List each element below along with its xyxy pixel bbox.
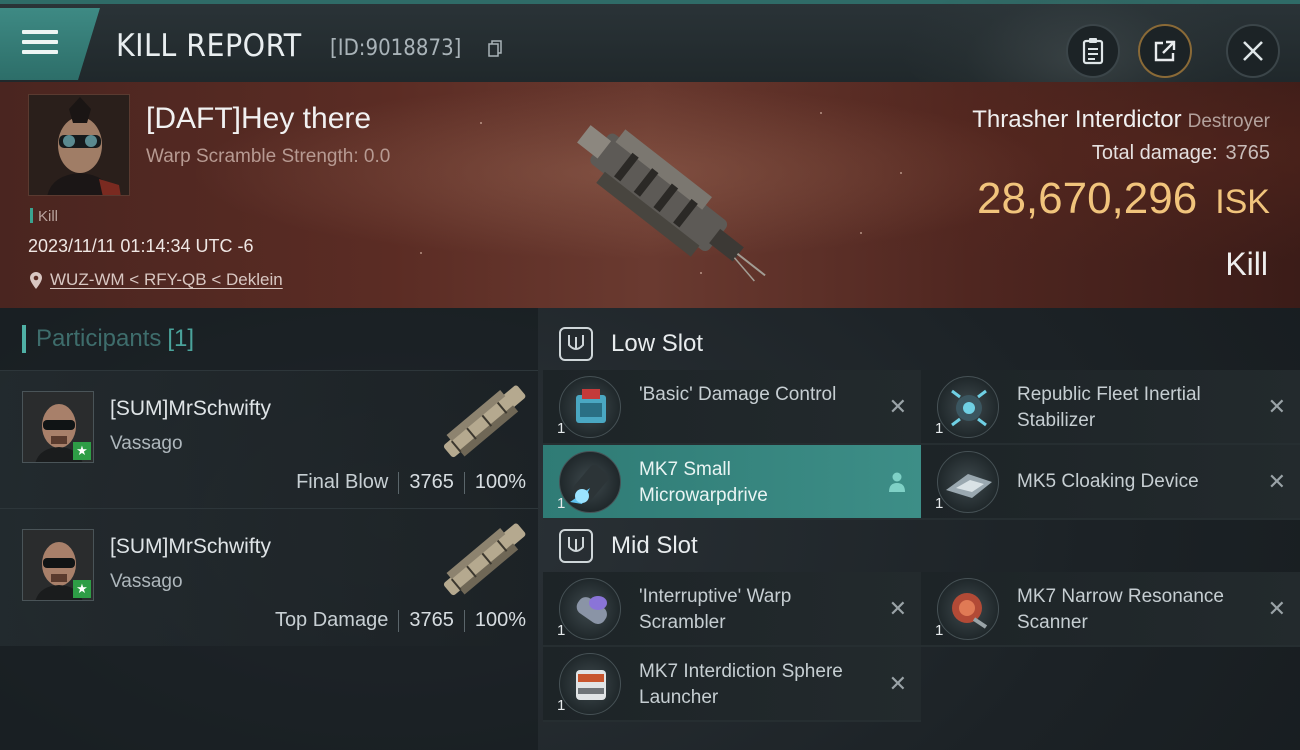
participant-name: [SUM]MrSchwifty: [110, 397, 272, 420]
mid-slot-label: Mid Slot: [611, 532, 698, 559]
close-x-icon[interactable]: ✕: [1268, 596, 1286, 622]
participant-avatar[interactable]: ★: [22, 391, 94, 463]
module-name: MK7 Narrow Resonance Scanner: [1017, 586, 1224, 633]
module-name: 'Basic' Damage Control: [639, 384, 837, 405]
empty-slot: [921, 647, 1300, 722]
participant-stats: Final Blow 3765 100%: [296, 471, 526, 494]
participants-header: Participants [1]: [0, 308, 538, 370]
copy-icon[interactable]: [488, 40, 502, 58]
location-text: WUZ-WM < RFY-QB < Deklein: [50, 270, 283, 289]
star-badge-icon: ★: [73, 442, 91, 460]
ship-type: Thrasher Interdictor: [972, 106, 1182, 133]
participant-ship-image: [443, 385, 526, 458]
share-button[interactable]: [1138, 24, 1192, 78]
participant-row[interactable]: ★ [SUM]MrSchwifty Vassago Top Damage 376…: [0, 508, 538, 646]
warp-scrambler-icon: [559, 578, 621, 640]
close-x-icon[interactable]: ✕: [1268, 469, 1286, 495]
menu-button[interactable]: [0, 8, 100, 80]
share-icon: [1154, 40, 1176, 62]
module-quantity: 1: [557, 622, 566, 639]
interdiction-sphere-launcher-icon: [559, 653, 621, 715]
isk-amount: 28,670,296: [976, 174, 1198, 223]
close-button[interactable]: [1226, 24, 1280, 78]
kill-tag: Kill: [30, 208, 58, 225]
module-quantity: 1: [935, 495, 944, 512]
close-x-icon[interactable]: ✕: [889, 394, 907, 420]
module-name: 'Interruptive' Warp Scrambler: [639, 586, 792, 633]
close-x-icon[interactable]: ✕: [889, 596, 907, 622]
participant-stats: Top Damage 3765 100%: [275, 609, 526, 632]
total-damage-value: 3765: [1225, 142, 1271, 164]
ship-class: Destroyer: [1187, 111, 1270, 132]
participant-damage: 3765: [409, 609, 454, 631]
module-name: MK5 Cloaking Device: [1017, 471, 1199, 492]
cloaking-device-icon: [937, 451, 999, 513]
location-link[interactable]: WUZ-WM < RFY-QB < Deklein: [30, 270, 283, 290]
warp-scramble-strength: Warp Scramble Strength: 0.0: [146, 146, 391, 167]
participant-role: Top Damage: [274, 609, 389, 631]
participant-name: [SUM]MrSchwifty: [110, 535, 272, 558]
participant-avatar[interactable]: ★: [22, 529, 94, 601]
participant-percent: 100%: [474, 609, 526, 631]
victim-banner: [DAFT]Hey there Warp Scramble Strength: …: [0, 82, 1300, 308]
participant-role: Final Blow: [296, 471, 389, 493]
page-title: KILL REPORT: [116, 28, 302, 64]
resonance-scanner-icon: [937, 578, 999, 640]
isk-unit: ISK: [1215, 183, 1270, 221]
participant-percent: 100%: [474, 471, 526, 493]
module-name: MK7 Small Microwarpdrive: [639, 459, 768, 506]
module-item[interactable]: 1 MK7 Small Microwarpdrive: [543, 445, 921, 520]
participants-panel: Participants [1] ★ [SUM]MrSchwifty Vassag…: [0, 308, 538, 750]
clipboard-icon: [1082, 38, 1104, 65]
mid-slot-header: Mid Slot: [543, 520, 1300, 572]
module-quantity: 1: [557, 420, 566, 437]
module-quantity: 1: [557, 697, 566, 714]
microwarpdrive-icon: [559, 451, 621, 513]
participant-ship: Vassago: [110, 571, 183, 592]
hamburger-icon: [22, 30, 58, 58]
victim-ship-image[interactable]: [540, 92, 770, 302]
module-name: MK7 Interdiction Sphere Launcher: [639, 661, 843, 708]
participant-ship: Vassago: [110, 433, 183, 454]
report-id: [ID:9018873]: [330, 36, 462, 61]
module-item[interactable]: 1 MK7 Narrow Resonance Scanner ✕: [921, 572, 1300, 647]
module-quantity: 1: [557, 495, 566, 512]
clipboard-button[interactable]: [1066, 24, 1120, 78]
inertial-stabilizer-icon: [937, 376, 999, 438]
total-damage-label: Total damage:: [1091, 142, 1218, 164]
module-item[interactable]: 1 Republic Fleet Inertial Stabilizer ✕: [921, 370, 1300, 445]
module-slot-icon: [559, 327, 593, 361]
close-x-icon[interactable]: ✕: [889, 671, 907, 697]
damage-control-icon: [559, 376, 621, 438]
header-bar: KILL REPORT [ID:9018873]: [0, 0, 1300, 124]
victim-avatar[interactable]: [28, 94, 130, 196]
location-pin-icon: [30, 271, 42, 289]
module-item[interactable]: 1 'Interruptive' Warp Scrambler ✕: [543, 572, 921, 647]
module-quantity: 1: [935, 622, 944, 639]
star-badge-icon: ★: [73, 580, 91, 598]
participants-label: Participants: [36, 325, 162, 352]
module-item[interactable]: 1 MK7 Interdiction Sphere Launcher ✕: [543, 647, 921, 722]
victim-name: [DAFT]Hey there: [146, 102, 372, 135]
victim-ship-name: Thrasher Interdictor Destroyer: [972, 106, 1270, 134]
participant-ship-image: [443, 523, 526, 596]
module-item[interactable]: 1 'Basic' Damage Control ✕: [543, 370, 921, 445]
fitting-panel: Low Slot 1 'Basic' Damage Control ✕ 1 Re…: [543, 318, 1300, 750]
low-slot-label: Low Slot: [611, 330, 704, 357]
participant-row[interactable]: ★ [SUM]MrSchwifty Vassago Final Blow 376…: [0, 370, 538, 508]
kill-timestamp: 2023/11/11 01:14:34 UTC -6: [28, 236, 254, 256]
result-label: Kill: [1225, 246, 1268, 282]
total-damage: Total damage: 3765: [1092, 142, 1270, 165]
low-slot-header: Low Slot: [543, 318, 1300, 370]
person-icon[interactable]: [887, 471, 907, 493]
module-name: Republic Fleet Inertial Stabilizer: [1017, 384, 1201, 431]
participant-damage: 3765: [409, 471, 454, 493]
module-quantity: 1: [935, 420, 944, 437]
isk-value: 28,670,296 ISK: [977, 174, 1270, 224]
module-item[interactable]: 1 MK5 Cloaking Device ✕: [921, 445, 1300, 520]
participants-count: [1]: [167, 325, 195, 352]
close-icon: [1243, 41, 1263, 61]
close-x-icon[interactable]: ✕: [1268, 394, 1286, 420]
module-slot-icon: [559, 529, 593, 563]
